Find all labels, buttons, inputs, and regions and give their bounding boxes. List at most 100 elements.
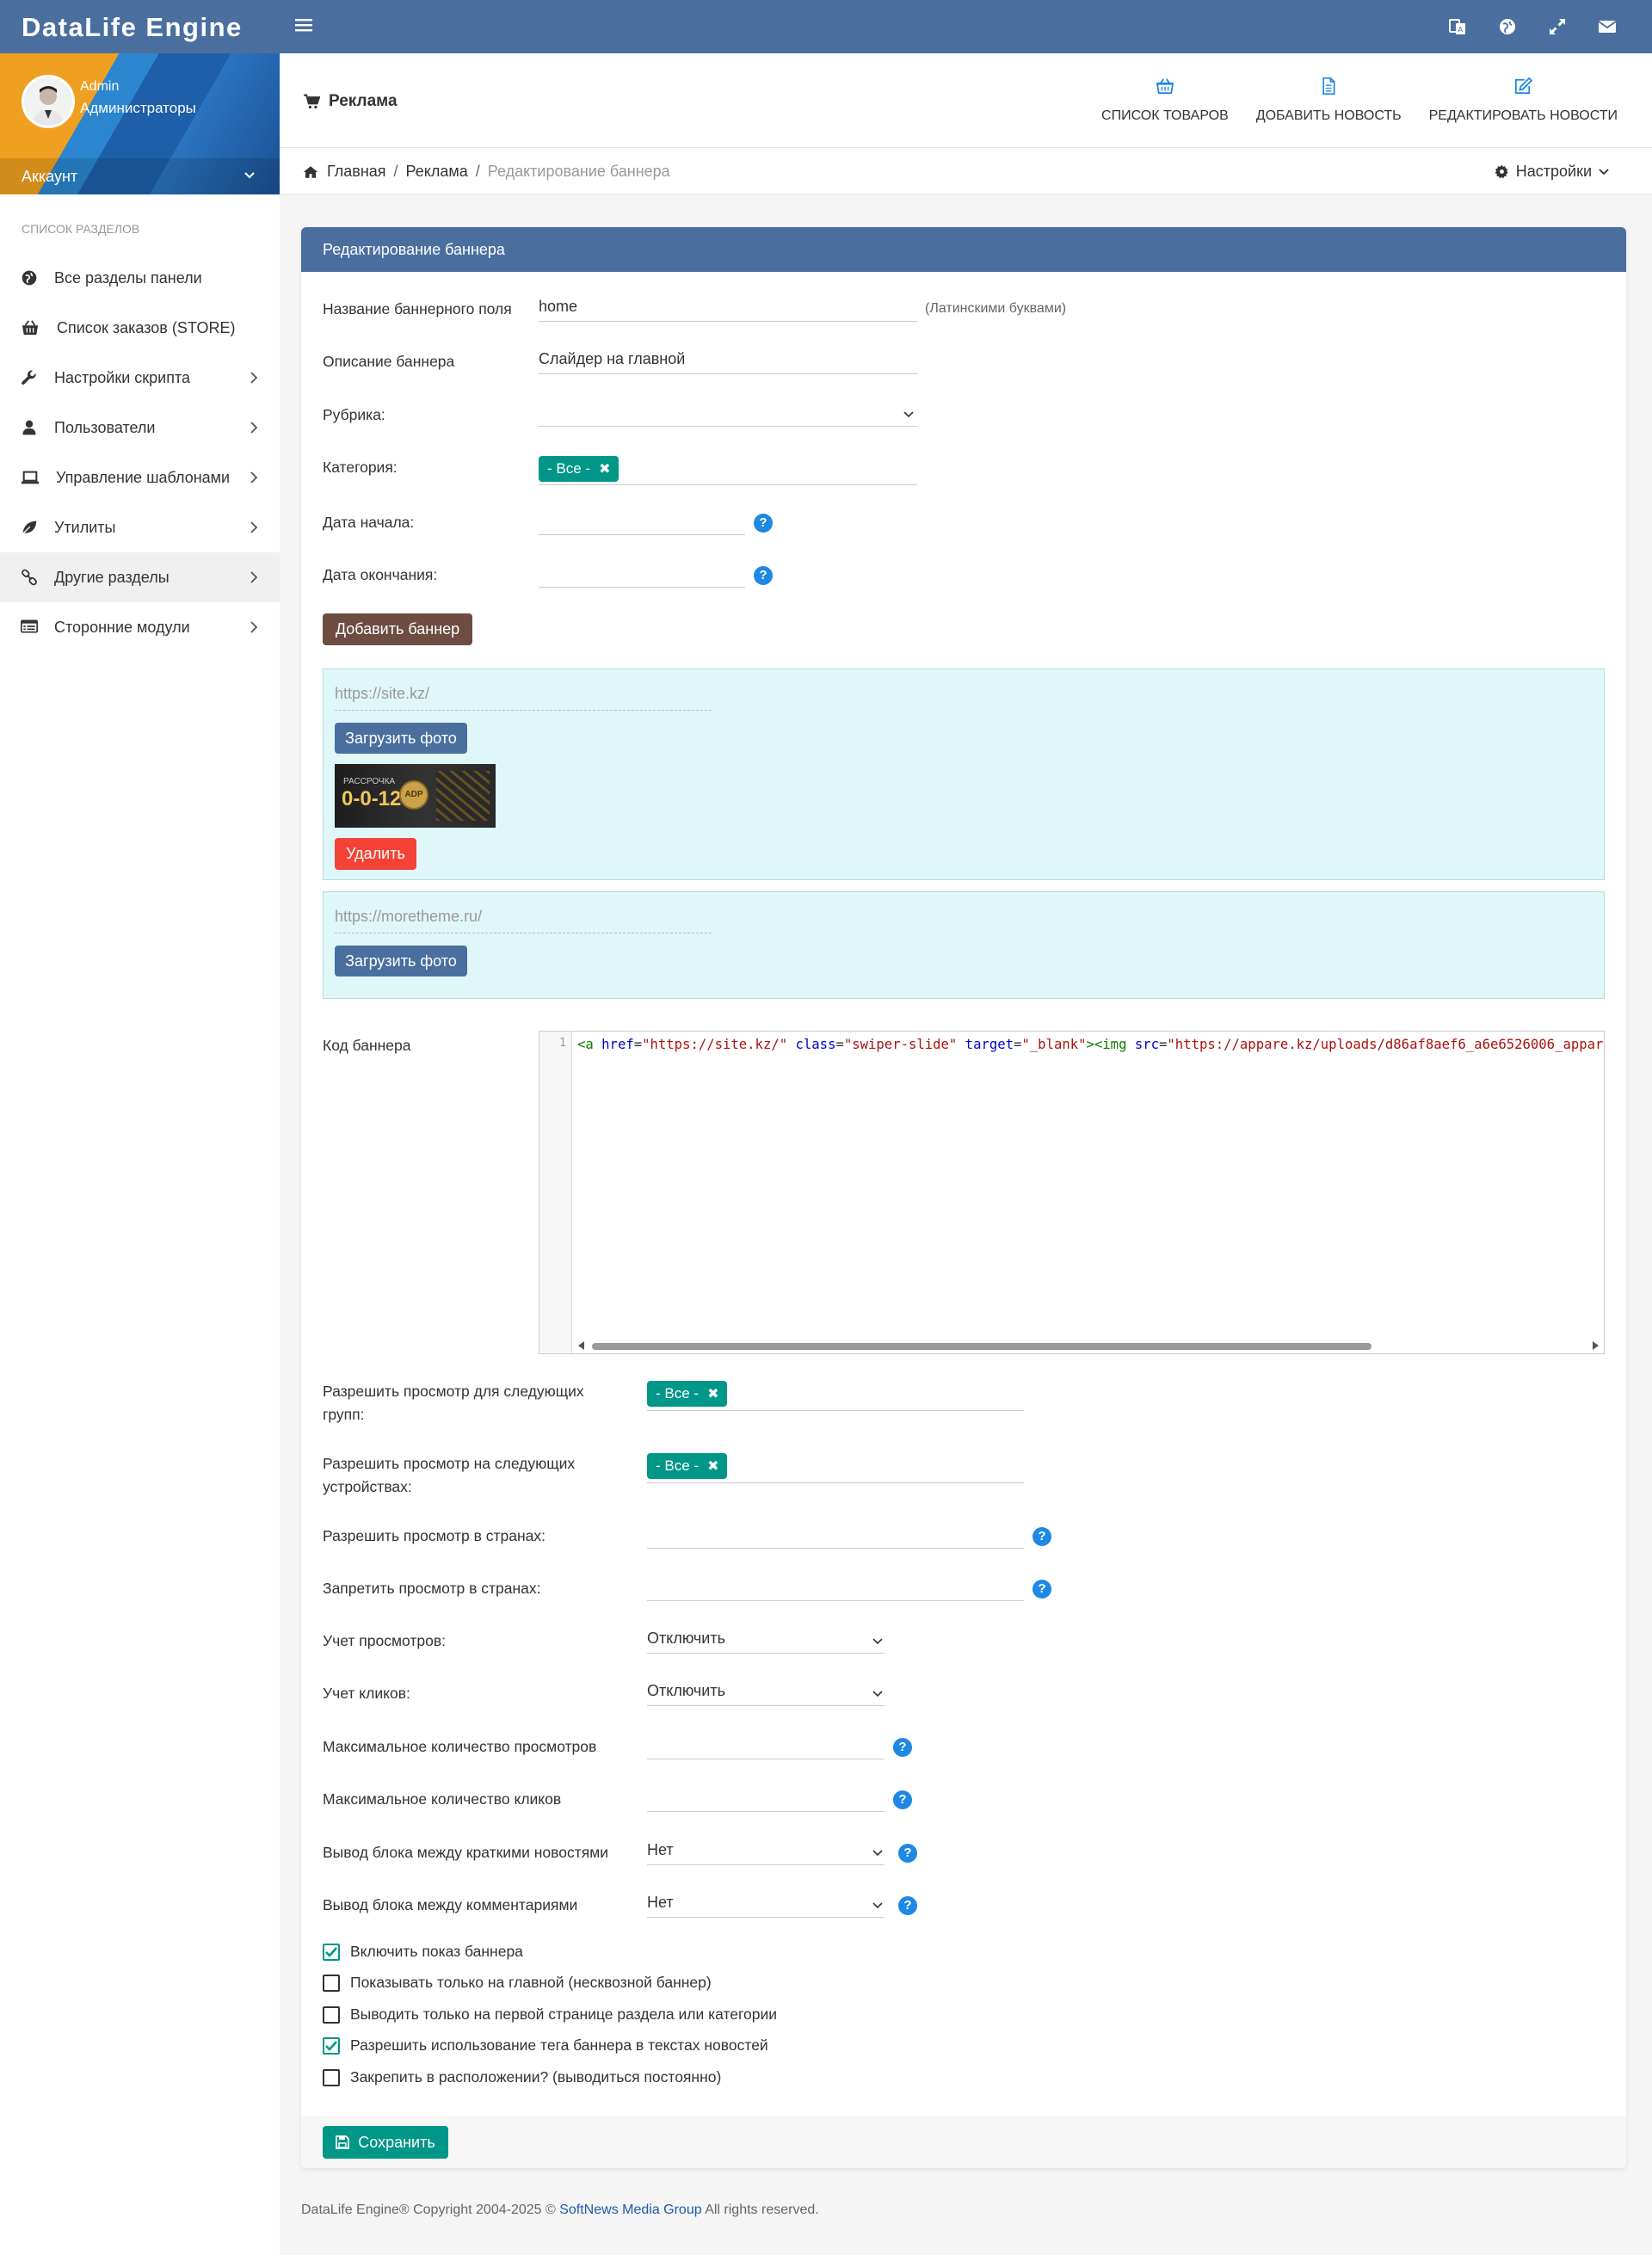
- sidebar-item-third-party-modules[interactable]: Сторонние модули: [0, 602, 280, 652]
- checkbox[interactable]: [323, 1943, 340, 1961]
- banner-image: РАССРОЧКА 0-0-12 ADP: [335, 764, 496, 828]
- start-date-input[interactable]: [539, 508, 745, 535]
- sidebar-item-script-settings[interactable]: Настройки скрипта: [0, 353, 280, 403]
- max-clicks-input[interactable]: [647, 1784, 885, 1812]
- sidebar-item-templates[interactable]: Управление шаблонами: [0, 453, 280, 502]
- banner-edit-card: Редактирование баннера Название баннерно…: [301, 227, 1626, 2168]
- upload-photo-button[interactable]: Загрузить фото: [335, 723, 467, 754]
- save-label: Сохранить: [358, 2133, 435, 2151]
- help-icon[interactable]: ?: [898, 1896, 917, 1915]
- fullscreen-icon[interactable]: [1547, 16, 1568, 37]
- card-header: Редактирование баннера: [301, 227, 1626, 272]
- close-icon[interactable]: ✖: [707, 1457, 718, 1475]
- help-icon[interactable]: ?: [754, 514, 773, 533]
- banner-name-hint: (Латинскими буквами): [925, 301, 1067, 316]
- help-icon[interactable]: ?: [893, 1738, 912, 1757]
- chevron-down-icon: [872, 1638, 883, 1645]
- scroll-left-icon[interactable]: [578, 1341, 585, 1350]
- account-label: Аккаунт: [22, 168, 78, 185]
- account-dropdown[interactable]: Аккаунт: [0, 158, 280, 194]
- sidebar-item-label: Сторонние модули: [54, 619, 190, 636]
- checkbox-enable-banner[interactable]: Включить показ баннера: [323, 1943, 523, 1961]
- chevron-right-icon: [250, 621, 257, 633]
- close-icon[interactable]: ✖: [707, 1385, 718, 1402]
- banner-url-input[interactable]: https://site.kz/: [335, 681, 712, 711]
- chevron-down-icon: [872, 1691, 883, 1697]
- mail-icon[interactable]: [1597, 16, 1618, 37]
- settings-dropdown[interactable]: Настройки: [1495, 163, 1609, 181]
- close-icon[interactable]: ✖: [599, 460, 610, 477]
- leaf-icon: [21, 519, 38, 536]
- code-line[interactable]: <a href="https://site.kz/" class="swiper…: [577, 1037, 1604, 1052]
- tag-label: - Все -: [656, 1385, 700, 1402]
- language-icon[interactable]: A: [1447, 16, 1468, 37]
- sidebar-item-users[interactable]: Пользователи: [0, 403, 280, 453]
- checkbox[interactable]: [323, 1974, 340, 1992]
- views-tracking-select[interactable]: Отключить: [647, 1626, 885, 1654]
- delete-banner-button[interactable]: Удалить: [335, 838, 416, 870]
- checkbox-pin[interactable]: Закрепить в расположении? (выводиться по…: [323, 2068, 721, 2086]
- scroll-right-icon[interactable]: [1592, 1341, 1599, 1350]
- clicks-tracking-label: Учет кликов:: [323, 1685, 410, 1702]
- wrench-icon: [21, 369, 38, 386]
- help-icon[interactable]: ?: [1032, 1580, 1051, 1599]
- groups-tag[interactable]: - Все - ✖: [647, 1381, 728, 1407]
- checkbox[interactable]: [323, 2005, 340, 2024]
- brand-logo[interactable]: DataLife Engine: [22, 12, 243, 43]
- link-edit-news[interactable]: РЕДАКТИРОВАТЬ НОВОСТИ: [1429, 77, 1618, 124]
- max-views-input[interactable]: [647, 1732, 885, 1759]
- short-news-select[interactable]: Нет: [647, 1838, 885, 1865]
- save-icon: [336, 2135, 350, 2149]
- description-input[interactable]: Слайдер на главной: [539, 347, 917, 374]
- checkbox-first-page-only[interactable]: Выводить только на первой странице разде…: [323, 2005, 777, 2024]
- allow-countries-input[interactable]: [647, 1521, 1024, 1549]
- link-label: РЕДАКТИРОВАТЬ НОВОСТИ: [1428, 108, 1618, 123]
- save-button[interactable]: Сохранить: [323, 2126, 448, 2159]
- banner-url-input[interactable]: https://moretheme.ru/: [335, 904, 712, 933]
- basket-icon: [1156, 77, 1174, 100]
- globe-icon[interactable]: [1497, 16, 1518, 37]
- checkbox[interactable]: [323, 2068, 340, 2086]
- company-link[interactable]: SoftNews Media Group: [559, 2203, 701, 2217]
- checkbox-allow-tag[interactable]: Разрешить использование тега баннера в т…: [323, 2036, 768, 2055]
- link-add-news[interactable]: ДОБАВИТЬ НОВОСТЬ: [1256, 77, 1402, 124]
- allow-countries-label: Разрешить просмотр в странах:: [323, 1527, 546, 1544]
- help-icon[interactable]: ?: [893, 1790, 912, 1809]
- category-tag[interactable]: - Все - ✖: [539, 456, 620, 482]
- horizontal-scrollbar[interactable]: [572, 1338, 1604, 1353]
- banner-slot: https://site.kz/ Загрузить фото РАССРОЧК…: [323, 668, 1605, 880]
- checkbox-main-only[interactable]: Показывать только на главной (несквозной…: [323, 1974, 712, 1992]
- breadcrumb-separator: /: [393, 163, 398, 180]
- deny-countries-input[interactable]: [647, 1574, 1024, 1601]
- breadcrumb-section[interactable]: Реклама: [406, 163, 468, 181]
- basket-icon: [21, 319, 39, 336]
- sidebar-item-utilities[interactable]: Утилиты: [0, 502, 280, 552]
- comments-select[interactable]: Нет: [647, 1890, 885, 1918]
- end-date-input[interactable]: [539, 560, 745, 588]
- clicks-tracking-select[interactable]: Отключить: [647, 1679, 885, 1706]
- sidebar-item-label: Другие разделы: [54, 569, 170, 586]
- breadcrumb-home[interactable]: Главная: [327, 163, 386, 181]
- scrollbar-thumb[interactable]: [592, 1343, 1372, 1350]
- sidebar-item-other-sections[interactable]: Другие разделы: [0, 552, 280, 602]
- menu-toggle-icon[interactable]: [295, 17, 312, 33]
- avatar[interactable]: [22, 75, 75, 128]
- chevron-down-icon: [244, 172, 255, 179]
- list-icon: [21, 619, 38, 636]
- devices-tag[interactable]: - Все - ✖: [647, 1453, 728, 1479]
- code-editor[interactable]: 1 <a href="https://site.kz/" class="swip…: [539, 1031, 1605, 1354]
- help-icon[interactable]: ?: [898, 1844, 917, 1863]
- link-products-list[interactable]: СПИСОК ТОВАРОВ: [1101, 77, 1229, 124]
- upload-photo-button[interactable]: Загрузить фото: [335, 946, 467, 977]
- link-label: ДОБАВИТЬ НОВОСТЬ: [1255, 108, 1402, 123]
- checkbox[interactable]: [323, 2036, 340, 2055]
- help-icon[interactable]: ?: [1032, 1527, 1051, 1546]
- banner-name-input[interactable]: home: [539, 294, 917, 322]
- sidebar-item-orders[interactable]: Список заказов (STORE): [0, 303, 280, 353]
- gear-icon: [1495, 164, 1509, 179]
- help-icon[interactable]: ?: [754, 566, 773, 585]
- sidebar-item-all-sections[interactable]: Все разделы панели: [0, 253, 280, 303]
- add-banner-button[interactable]: Добавить баннер: [323, 613, 472, 645]
- rubric-select[interactable]: [539, 399, 917, 427]
- max-views-label: Максимальное количество просмотров: [323, 1738, 597, 1755]
